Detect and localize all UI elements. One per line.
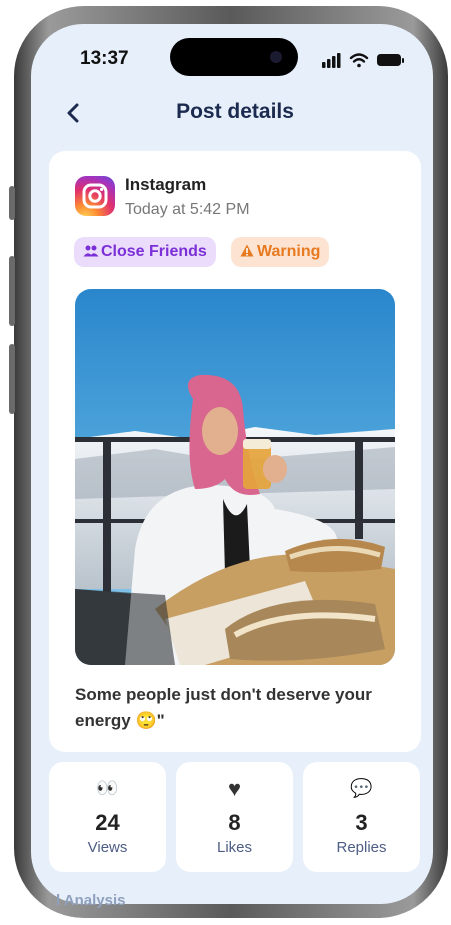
phone-action-button	[9, 186, 15, 220]
instagram-logo-icon	[75, 176, 115, 216]
back-chevron-icon[interactable]	[62, 101, 86, 125]
camera-icon	[270, 51, 282, 63]
phone-volume-up-button	[9, 256, 15, 326]
wifi-icon	[349, 53, 369, 68]
warning-tag[interactable]: Warning	[231, 237, 330, 267]
post-photo[interactable]	[75, 289, 395, 665]
status-time: 13:37	[80, 48, 129, 69]
status-icons	[322, 53, 404, 68]
warning-icon	[240, 244, 254, 257]
close-friends-tag[interactable]: Close Friends	[74, 237, 216, 267]
close-friends-label: Close Friends	[101, 243, 207, 260]
replies-count: 3	[355, 810, 368, 835]
views-label: Views	[87, 839, 128, 856]
post-caption: Some people just don't deserve your ener…	[75, 685, 372, 730]
replies-label: Replies	[336, 839, 387, 856]
dynamic-island	[170, 38, 298, 76]
replies-stat-card[interactable]: 💬 3 Replies	[303, 762, 420, 872]
battery-icon	[377, 54, 404, 66]
views-count: 24	[95, 810, 120, 835]
likes-label: Likes	[216, 839, 253, 856]
eyes-icon: 👀	[96, 778, 119, 798]
signal-icon	[322, 53, 341, 68]
post-timestamp: Today at 5:42 PM	[125, 201, 250, 218]
analysis-section-heading: l Analysis	[56, 892, 126, 909]
post-image	[75, 289, 395, 665]
warning-label: Warning	[257, 243, 321, 260]
phone-volume-down-button	[9, 344, 15, 414]
people-icon	[83, 245, 99, 257]
heart-icon: ♥	[227, 776, 242, 801]
platform-name: Instagram	[125, 175, 207, 194]
likes-count: 8	[228, 810, 241, 835]
speech-bubble-icon: 💬	[350, 778, 373, 798]
views-stat-card[interactable]: 👀 24 Views	[49, 762, 166, 872]
page-title: Post details	[176, 100, 294, 123]
likes-stat-card[interactable]: ♥ 8 Likes	[176, 762, 293, 872]
